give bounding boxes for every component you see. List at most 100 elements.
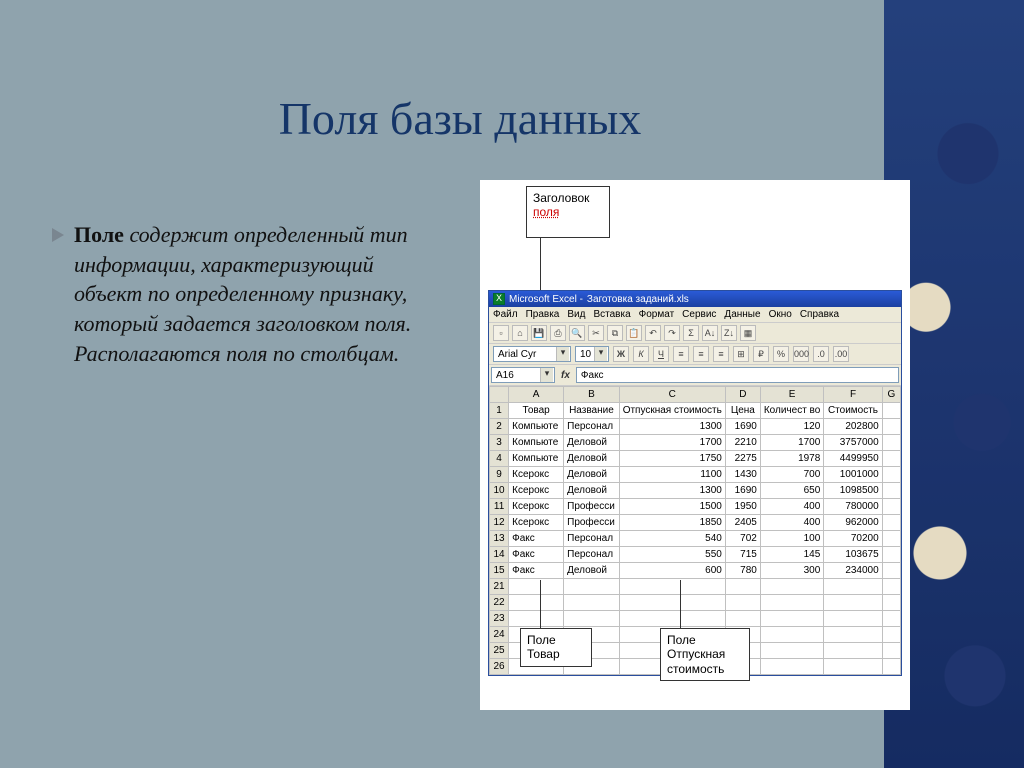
row-header[interactable]: 11: [490, 499, 509, 515]
row-header[interactable]: 15: [490, 563, 509, 579]
name-box[interactable]: A16: [491, 367, 555, 383]
cell[interactable]: Факс: [509, 531, 564, 547]
cell[interactable]: 300: [760, 563, 823, 579]
menu-help[interactable]: Справка: [800, 309, 839, 320]
col-E[interactable]: E: [760, 387, 823, 403]
cell[interactable]: [619, 579, 725, 595]
row-header[interactable]: 22: [490, 595, 509, 611]
menu-window[interactable]: Окно: [769, 309, 792, 320]
cell[interactable]: 1978: [760, 451, 823, 467]
cell[interactable]: [619, 611, 725, 627]
cell[interactable]: [564, 579, 620, 595]
cell[interactable]: 4499950: [824, 451, 882, 467]
formula-bar[interactable]: Факс: [576, 367, 899, 383]
menu-format[interactable]: Формат: [639, 309, 675, 320]
cell[interactable]: 1100: [619, 467, 725, 483]
cell[interactable]: [725, 595, 760, 611]
row-header[interactable]: 12: [490, 515, 509, 531]
cell[interactable]: Ксерокс: [509, 483, 564, 499]
fx-label[interactable]: fx: [557, 370, 574, 381]
cell[interactable]: Персонал: [564, 419, 620, 435]
row-header[interactable]: 25: [490, 643, 509, 659]
save-icon[interactable]: 💾: [531, 325, 547, 341]
cell[interactable]: 550: [619, 547, 725, 563]
cell[interactable]: Деловой: [564, 563, 620, 579]
font-name-combo[interactable]: Arial Cyr: [493, 346, 571, 362]
preview-icon[interactable]: 🔍: [569, 325, 585, 341]
cell[interactable]: [824, 643, 882, 659]
align-right-icon[interactable]: ≡: [713, 346, 729, 362]
font-size-combo[interactable]: 10: [575, 346, 609, 362]
cell[interactable]: [760, 595, 823, 611]
cell[interactable]: Компьюте: [509, 451, 564, 467]
cell[interactable]: Професси: [564, 499, 620, 515]
cell[interactable]: 702: [725, 531, 760, 547]
cell[interactable]: 780: [725, 563, 760, 579]
row-header[interactable]: 2: [490, 419, 509, 435]
cell[interactable]: 1500: [619, 499, 725, 515]
cell[interactable]: 1690: [725, 419, 760, 435]
cell[interactable]: [509, 611, 564, 627]
cell[interactable]: 1950: [725, 499, 760, 515]
cell[interactable]: 3757000: [824, 435, 882, 451]
align-left-icon[interactable]: ≡: [673, 346, 689, 362]
cell[interactable]: 780000: [824, 499, 882, 515]
bold-icon[interactable]: Ж: [613, 346, 629, 362]
cell[interactable]: [824, 595, 882, 611]
cell[interactable]: Персонал: [564, 547, 620, 563]
cell[interactable]: 540: [619, 531, 725, 547]
cell[interactable]: [824, 579, 882, 595]
cell[interactable]: Персонал: [564, 531, 620, 547]
cell[interactable]: 70200: [824, 531, 882, 547]
cell[interactable]: 120: [760, 419, 823, 435]
cell[interactable]: Ксерокс: [509, 467, 564, 483]
cell[interactable]: 145: [760, 547, 823, 563]
row-header[interactable]: 9: [490, 467, 509, 483]
cell[interactable]: [564, 595, 620, 611]
row-header[interactable]: 24: [490, 627, 509, 643]
cell[interactable]: 1700: [760, 435, 823, 451]
hdr-tovar[interactable]: Товар: [509, 403, 564, 419]
cell[interactable]: [824, 659, 882, 675]
row-header[interactable]: 10: [490, 483, 509, 499]
hdr-tsena[interactable]: Цена: [725, 403, 760, 419]
cell[interactable]: 962000: [824, 515, 882, 531]
menu-tools[interactable]: Сервис: [682, 309, 716, 320]
print-icon[interactable]: ⎙: [550, 325, 566, 341]
sort-desc-icon[interactable]: Z↓: [721, 325, 737, 341]
cell[interactable]: [824, 627, 882, 643]
cell[interactable]: 600: [619, 563, 725, 579]
dec-inc-icon[interactable]: .0: [813, 346, 829, 362]
redo-icon[interactable]: ↷: [664, 325, 680, 341]
open-icon[interactable]: ⌂: [512, 325, 528, 341]
cell[interactable]: 1300: [619, 483, 725, 499]
align-center-icon[interactable]: ≡: [693, 346, 709, 362]
cell[interactable]: Ксерокс: [509, 515, 564, 531]
cell[interactable]: Професси: [564, 515, 620, 531]
cell[interactable]: Деловой: [564, 483, 620, 499]
col-F[interactable]: F: [824, 387, 882, 403]
paste-icon[interactable]: 📋: [626, 325, 642, 341]
hdr-nazvanie[interactable]: Название: [564, 403, 620, 419]
cell[interactable]: 650: [760, 483, 823, 499]
cell[interactable]: 715: [725, 547, 760, 563]
row-header[interactable]: 23: [490, 611, 509, 627]
cell[interactable]: 100: [760, 531, 823, 547]
sum-icon[interactable]: Σ: [683, 325, 699, 341]
italic-icon[interactable]: К: [633, 346, 649, 362]
chart-icon[interactable]: ▦: [740, 325, 756, 341]
cell[interactable]: Факс: [509, 563, 564, 579]
cell[interactable]: [760, 643, 823, 659]
cell[interactable]: 400: [760, 515, 823, 531]
cell[interactable]: 1001000: [824, 467, 882, 483]
cell[interactable]: Деловой: [564, 435, 620, 451]
cell[interactable]: [824, 611, 882, 627]
menu-view[interactable]: Вид: [567, 309, 585, 320]
cell[interactable]: [564, 611, 620, 627]
cell[interactable]: 1430: [725, 467, 760, 483]
cell[interactable]: [619, 595, 725, 611]
cell[interactable]: 1700: [619, 435, 725, 451]
cell[interactable]: [725, 579, 760, 595]
hdr-stoimost[interactable]: Стоимость: [824, 403, 882, 419]
cell[interactable]: 1300: [619, 419, 725, 435]
